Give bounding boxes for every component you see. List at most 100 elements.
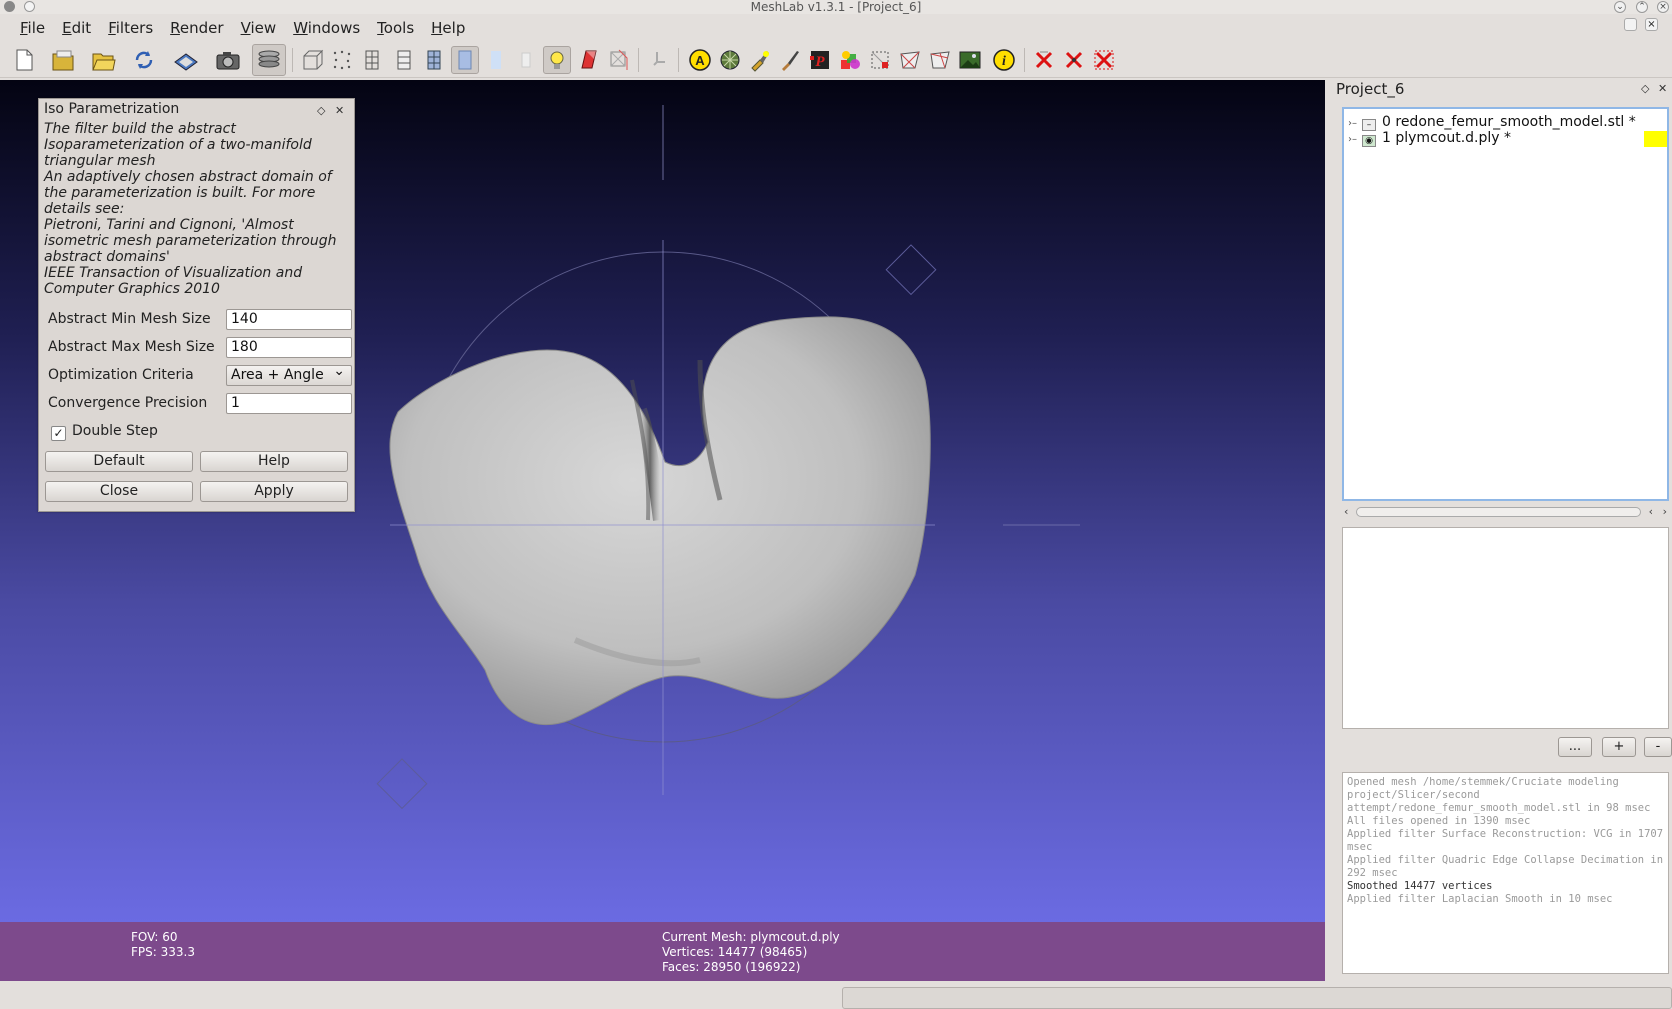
light-icon[interactable]: [543, 46, 571, 74]
remove-layer-button[interactable]: -: [1644, 737, 1672, 757]
open-project-icon[interactable]: [50, 46, 78, 74]
main-toolbar: A P i: [0, 42, 1672, 78]
log-line: Applied filter Quadric Edge Collapse Dec…: [1347, 854, 1670, 879]
minimize-icon[interactable]: ⌄: [1614, 1, 1626, 13]
points-icon[interactable]: [328, 46, 356, 74]
menu-bar: File Edit Filters Render View Windows To…: [0, 15, 1672, 41]
manipulator-icon[interactable]: [646, 46, 674, 74]
delete-vertices-icon[interactable]: [1060, 46, 1088, 74]
reload-icon[interactable]: [130, 46, 158, 74]
hidden-lines-icon[interactable]: [390, 46, 418, 74]
optimization-criteria-row: Optimization Criteria Area + Angle: [48, 362, 352, 387]
log-window[interactable]: Opened mesh /home/stemmek/Cruciate model…: [1342, 772, 1669, 974]
menu-view[interactable]: View: [241, 19, 277, 37]
project-title: Project_6: [1336, 80, 1405, 98]
menu-tools[interactable]: Tools: [377, 19, 414, 37]
layers-icon[interactable]: [252, 44, 286, 76]
menu-help[interactable]: Help: [431, 19, 465, 37]
help-button[interactable]: Help: [200, 451, 348, 472]
wireframe-icon[interactable]: [358, 46, 386, 74]
max-mesh-size-row: Abstract Max Mesh Size 180: [48, 337, 352, 359]
new-project-icon[interactable]: [10, 46, 38, 74]
menu-edit[interactable]: Edit: [62, 19, 91, 37]
default-button[interactable]: Default: [45, 451, 193, 472]
window-titlebar: MeshLab v1.3.1 - [Project_6] ⌄ ⌃ ×: [0, 0, 1672, 14]
min-mesh-size-input[interactable]: 140: [226, 309, 352, 330]
convergence-precision-row: Convergence Precision 1: [48, 393, 352, 415]
snapshot-icon[interactable]: [214, 46, 242, 74]
scroll-right-icon[interactable]: ›: [1663, 505, 1667, 518]
iso-parametrization-dialog: Iso Parametrization ◇ ✕ The filter build…: [38, 98, 355, 512]
fancy-render-icon[interactable]: [716, 46, 744, 74]
min-mesh-size-row: Abstract Min Mesh Size 140: [48, 309, 352, 331]
close-panel-icon[interactable]: ✕: [1658, 82, 1667, 95]
backface-icon[interactable]: [575, 46, 603, 74]
pick-points-icon[interactable]: P: [806, 46, 834, 74]
window-title: MeshLab v1.3.1 - [Project_6]: [750, 0, 922, 14]
float-dock-icon[interactable]: ◇: [317, 101, 325, 121]
apply-button[interactable]: Apply: [200, 481, 348, 502]
scroll-left-icon[interactable]: ‹: [1649, 505, 1653, 518]
convergence-precision-input[interactable]: 1: [226, 393, 352, 414]
save-icon[interactable]: [172, 46, 200, 74]
maximize-icon[interactable]: ⌃: [1636, 1, 1648, 13]
select-connected-icon[interactable]: [926, 46, 954, 74]
layer-item[interactable]: ›– –0 redone_femur_smooth_model.stl *: [1348, 114, 1636, 131]
delete-faces-icon[interactable]: [1030, 46, 1058, 74]
float-panel-icon[interactable]: ◇: [1641, 82, 1649, 95]
status-bar: [0, 984, 1672, 1009]
close-dialog-icon[interactable]: ✕: [335, 101, 344, 121]
double-step-label: Double Step: [72, 423, 158, 439]
max-mesh-size-input[interactable]: 180: [226, 337, 352, 358]
flat-lines-icon[interactable]: [420, 46, 448, 74]
raster-icon[interactable]: [956, 46, 984, 74]
mdi-restore-button[interactable]: [1624, 18, 1637, 31]
optimization-criteria-label: Optimization Criteria: [48, 367, 194, 383]
mdi-close-button[interactable]: ×: [1645, 18, 1658, 31]
open-mesh-icon[interactable]: [90, 46, 118, 74]
delete-selection-icon[interactable]: [1090, 46, 1118, 74]
trackball-diamond: [885, 244, 937, 296]
svg-text:A: A: [695, 53, 705, 68]
svg-text:i: i: [1002, 54, 1006, 69]
layer-visibility-icon[interactable]: ◉: [1362, 135, 1376, 147]
layer-item[interactable]: ›– ◉ 1 plymcout.d.ply *: [1348, 130, 1511, 148]
expand-icon[interactable]: ›–: [1348, 132, 1362, 148]
mesh-model[interactable]: [389, 316, 931, 725]
smooth-icon[interactable]: [482, 46, 510, 74]
viewport-info-band: FOV: 60 FPS: 333.3 Current Mesh: plymcou…: [0, 922, 1325, 981]
min-mesh-size-label: Abstract Min Mesh Size: [48, 311, 211, 327]
texture-icon[interactable]: [512, 46, 540, 74]
color-paint-icon[interactable]: [776, 46, 804, 74]
trackball-diamond: [376, 758, 428, 810]
current-layer-marker: [1644, 131, 1667, 147]
menu-file[interactable]: File: [20, 19, 45, 37]
bbox-icon[interactable]: [298, 46, 326, 74]
dialog-header: Iso Parametrization ◇ ✕: [39, 99, 354, 119]
select-faces-icon[interactable]: [866, 46, 894, 74]
add-layer-button[interactable]: +: [1602, 737, 1636, 757]
info-icon[interactable]: i: [990, 46, 1018, 74]
menu-windows[interactable]: Windows: [293, 19, 360, 37]
menu-render[interactable]: Render: [170, 19, 223, 37]
select-vertices-icon[interactable]: [896, 46, 924, 74]
double-step-checkbox[interactable]: ✓ Double Step: [51, 423, 158, 441]
layer-horizontal-scrollbar[interactable]: ‹ ‹ ›: [1342, 505, 1669, 519]
optimization-criteria-select[interactable]: Area + Angle: [226, 362, 352, 386]
scroll-left-icon[interactable]: ‹: [1344, 505, 1348, 518]
dialog-title: Iso Parametrization: [44, 101, 180, 117]
close-button[interactable]: Close: [45, 481, 193, 502]
double-side-icon[interactable]: [605, 46, 633, 74]
scrollbar-thumb[interactable]: [1356, 507, 1641, 517]
menu-filters[interactable]: Filters: [108, 19, 153, 37]
measure-icon[interactable]: [836, 46, 864, 74]
flat-icon[interactable]: [451, 46, 479, 74]
convergence-precision-label: Convergence Precision: [48, 395, 208, 411]
checkbox-check-icon[interactable]: ✓: [51, 426, 66, 441]
annotate-icon[interactable]: A: [686, 46, 714, 74]
svg-text:P: P: [815, 54, 825, 70]
more-button[interactable]: ...: [1558, 737, 1592, 757]
close-window-icon[interactable]: ×: [1657, 1, 1669, 13]
paint-brush-icon[interactable]: [746, 46, 774, 74]
layer-name: redone_femur_smooth_model.stl *: [1395, 114, 1636, 130]
